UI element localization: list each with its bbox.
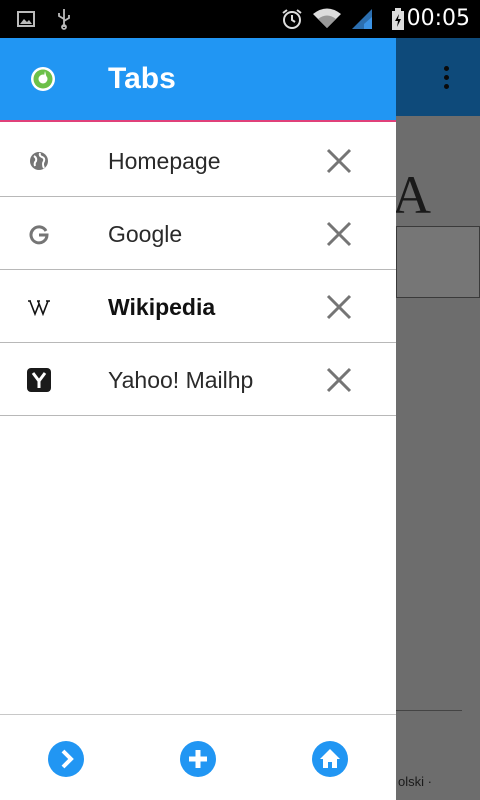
app-logo-icon — [31, 67, 55, 91]
tabs-drawer: Tabs Homepage Google Wikipedia Yahoo! Ma… — [0, 38, 396, 800]
wifi-icon — [313, 8, 341, 28]
status-time: 00:05 — [406, 6, 470, 31]
yahoo-icon — [26, 367, 52, 393]
tab-item-homepage[interactable]: Homepage — [0, 124, 396, 197]
drawer-footer — [0, 714, 396, 800]
google-icon — [26, 221, 52, 247]
tab-item-wikipedia[interactable]: Wikipedia — [0, 270, 396, 343]
background-search-box — [396, 226, 480, 298]
tab-label: Homepage — [108, 148, 221, 174]
image-icon — [17, 11, 35, 27]
usb-icon — [58, 9, 70, 30]
close-icon[interactable] — [324, 146, 354, 176]
wikipedia-icon — [26, 294, 52, 320]
tab-list: Homepage Google Wikipedia Yahoo! Mailhp — [0, 124, 396, 416]
tab-label: Wikipedia — [108, 294, 216, 320]
close-icon[interactable] — [324, 365, 354, 395]
overflow-menu-icon[interactable] — [444, 66, 450, 92]
status-bar: 00:05 — [0, 0, 480, 38]
drawer-title: Tabs — [108, 62, 176, 95]
background-logo-letter: A — [392, 165, 431, 225]
new-tab-button[interactable] — [180, 741, 216, 777]
signal-icon — [352, 9, 372, 29]
tab-item-google[interactable]: Google — [0, 197, 396, 270]
tab-label: Google — [108, 221, 183, 247]
alarm-icon — [282, 9, 302, 29]
forward-button[interactable] — [48, 741, 84, 777]
background-footer-text: olski · — [398, 774, 432, 789]
background-divider — [396, 710, 462, 711]
close-icon[interactable] — [324, 292, 354, 322]
tab-label: Yahoo! Mailhp — [108, 367, 254, 393]
globe-icon — [26, 148, 52, 174]
home-button[interactable] — [312, 741, 348, 777]
plus-icon — [189, 750, 207, 768]
drawer-header: Tabs — [0, 38, 396, 122]
close-icon[interactable] — [324, 219, 354, 249]
home-icon — [320, 749, 340, 768]
chevron-right-icon — [61, 749, 74, 769]
tab-item-yahoo[interactable]: Yahoo! Mailhp — [0, 343, 396, 416]
